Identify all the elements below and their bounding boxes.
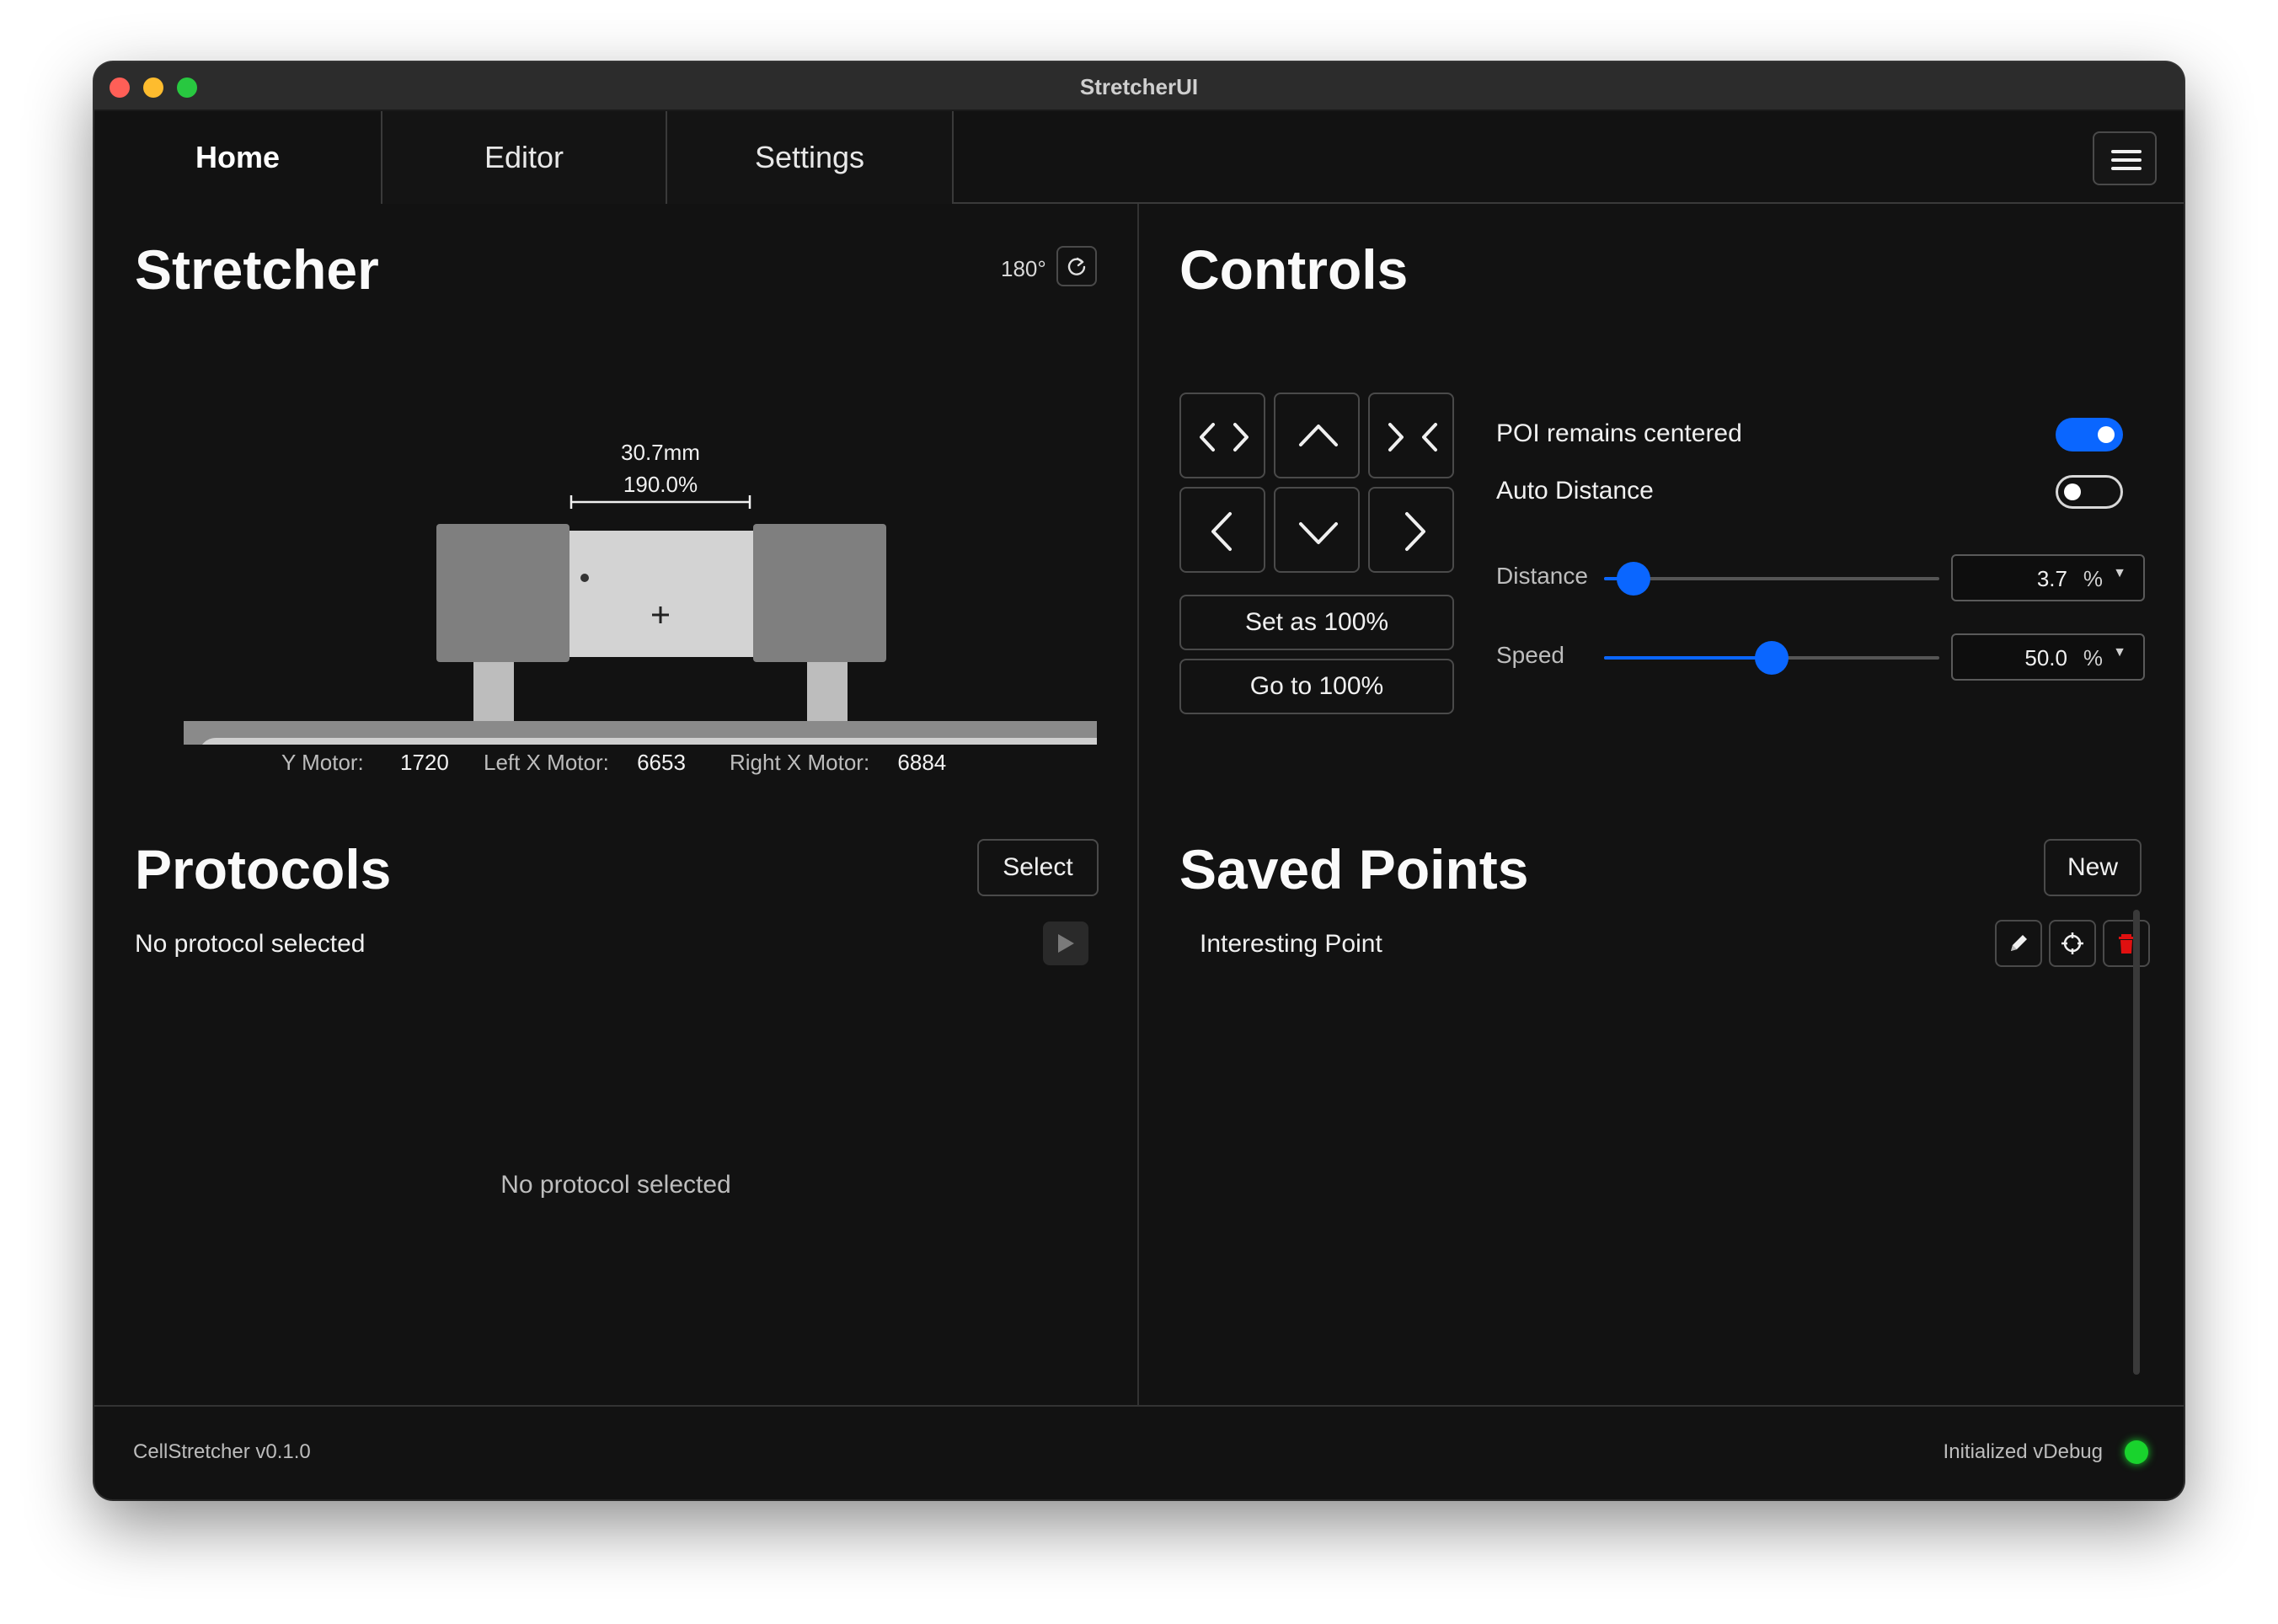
speed-input[interactable]: 50.0 % ▼ [1951,633,2145,681]
controls-title: Controls [1179,238,1409,301]
poi-centered-toggle[interactable] [2056,418,2123,451]
stretcher-title: Stretcher [135,238,379,301]
rotation-label: 180° [1001,256,1046,281]
right-x-motor-value: 6884 [897,750,947,775]
right-x-motor-readout: Right X Motor: 6884 [730,750,946,776]
expand-button[interactable] [1179,393,1265,478]
saved-point-name: Interesting Point [1200,930,1382,958]
distance-label: Distance [1496,563,1588,589]
move-left-button[interactable] [1179,487,1265,573]
distance-unit: % [2083,566,2103,591]
toggle-knob [2064,483,2081,500]
speed-slider-fill [1604,656,1772,660]
measure-mm: 30.7mm [621,440,700,465]
right-clamp [753,524,886,662]
right-x-motor-label: Right X Motor: [730,750,870,775]
app-version: CellStretcher v0.1.0 [133,1440,311,1463]
left-x-motor-label: Left X Motor: [484,750,609,775]
protocols-title: Protocols [135,838,392,900]
contract-button[interactable] [1368,393,1454,478]
distance-input[interactable]: 3.7 % ▼ [1951,554,2145,601]
move-right-button[interactable] [1368,487,1454,573]
edit-icon [2011,935,2027,951]
speed-label: Speed [1496,642,1564,668]
expand-icon [1200,423,1249,451]
left-icon [1211,512,1232,551]
tab-editor[interactable]: Editor [381,111,667,204]
panel-divider-vertical [1137,204,1139,1405]
right-post [807,662,848,721]
hamburger-icon-line [2111,167,2142,170]
down-icon [1299,522,1338,544]
auto-distance-label: Auto Distance [1496,477,1654,505]
go-to-100-button[interactable]: Go to 100% [1179,659,1454,714]
auto-distance-toggle[interactable] [2056,475,2123,509]
chevron-down-icon[interactable]: ▼ [2113,566,2126,581]
distance-slider-thumb[interactable] [1617,562,1650,596]
crosshair-icon [2061,932,2083,954]
chevron-down-icon[interactable]: ▼ [2113,645,2126,660]
measure-bracket [570,495,751,509]
right-icon [1405,512,1425,551]
status-text: Initialized vDebug [1943,1440,2103,1463]
app-window: StretcherUI Home Editor Settings Stretch… [94,62,2184,1499]
footer-divider [94,1405,2184,1407]
delete-point-button[interactable] [2103,920,2150,967]
edit-point-button[interactable] [1995,920,2042,967]
stretcher-visualization: 30.7mm 190.0% [184,440,1097,745]
speed-unit: % [2083,645,2103,670]
speed-slider-thumb[interactable] [1755,641,1789,675]
toggle-knob [2098,426,2115,443]
y-motor-label: Y Motor: [281,750,364,775]
left-post [473,662,514,721]
left-x-motor-value: 6653 [637,750,686,775]
title-bar: StretcherUI [94,62,2184,111]
menu-button[interactable] [2093,131,2157,185]
measure-percent: 190.0% [623,472,698,497]
sample-area [568,531,755,657]
rotate-button[interactable] [1056,246,1097,286]
speed-value: 50.0 [2024,645,2067,670]
hamburger-icon [2111,150,2142,153]
rotate-icon [1067,257,1086,275]
left-clamp [436,524,570,662]
contract-icon [1388,423,1437,451]
set-as-100-button[interactable]: Set as 100% [1179,595,1454,650]
up-icon [1299,425,1338,446]
tab-home[interactable]: Home [94,111,381,204]
left-x-motor-readout: Left X Motor: 6653 [484,750,686,776]
status-indicator [2125,1440,2148,1464]
saved-points-title: Saved Points [1179,838,1529,900]
saved-points-scrollbar[interactable] [2133,910,2140,1375]
move-down-button[interactable] [1274,487,1360,573]
tab-bar: Home Editor Settings [94,111,2184,204]
goto-point-button[interactable] [2049,920,2096,967]
y-motor-value: 1720 [400,750,449,775]
current-protocol-label: No protocol selected [135,930,366,958]
hamburger-icon-line [2111,158,2142,162]
distance-slider[interactable] [1604,577,1939,580]
distance-value: 3.7 [2036,566,2067,591]
rail-slot [202,738,1097,745]
y-motor-readout: Y Motor: 1720 [281,750,449,776]
play-icon [1058,934,1074,953]
poi-marker [580,574,589,582]
new-point-button[interactable]: New [2044,839,2142,896]
move-up-button[interactable] [1274,393,1360,478]
select-protocol-button[interactable]: Select [977,839,1099,896]
poi-centered-label: POI remains centered [1496,419,1742,447]
window-title: StretcherUI [1079,74,1199,99]
protocol-empty-message: No protocol selected [500,1171,731,1199]
run-protocol-button[interactable] [1043,922,1088,965]
tab-settings[interactable]: Settings [667,111,954,204]
